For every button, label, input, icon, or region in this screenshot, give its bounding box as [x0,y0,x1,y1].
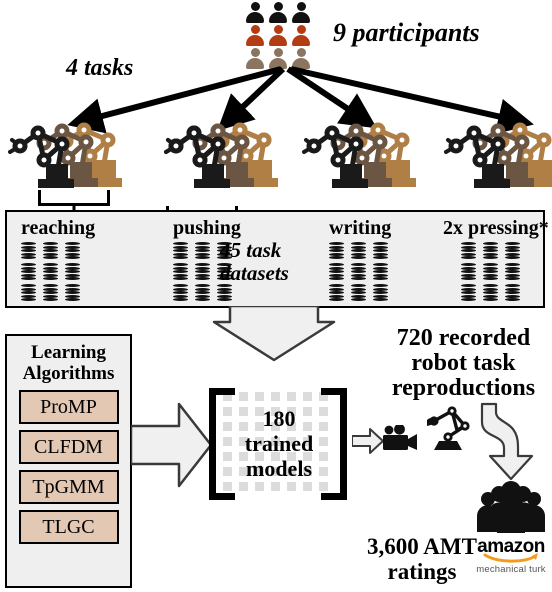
robot-arm-group-pushing [160,122,288,194]
task-bracket [38,190,110,206]
database-icon [505,284,520,302]
algorithms-to-models-arrow [131,402,213,488]
robot-arm-group-writing [302,122,416,188]
database-icon [173,263,188,281]
database-icon [21,263,36,281]
database-icon [195,242,210,260]
database-icon [173,284,188,302]
repro-line1: 720 recorded [396,325,531,351]
dataset-column-title: 2x pressing* [443,217,549,239]
database-icon [173,242,188,260]
database-icon [21,242,36,260]
trained-models-label: 180 trained models [231,406,327,481]
database-icon [461,263,476,281]
database-icon [65,284,80,302]
person-icon [291,25,311,46]
dataset-column-title: pushing [173,217,241,239]
person-icon [245,2,265,23]
crowd-icon [477,481,545,533]
dataset-icon-grid [329,242,395,305]
person-icon [245,25,265,46]
participants-group [243,2,313,71]
database-icon [43,263,58,281]
database-icon [43,242,58,260]
database-icon [351,284,366,302]
amazon-mechanical-turk-logo: amazon mechanical turk [472,536,550,575]
reproductions-label: 720 recorded robot task reproductions [375,326,552,401]
database-icon [195,263,210,281]
algo-title-line2: Algorithms [22,363,115,384]
person-icon [291,2,311,23]
database-icon [483,242,498,260]
mechanical-turk-subtext: mechanical turk [476,564,546,575]
database-icon [65,242,80,260]
database-icon [483,263,498,281]
dataset-icon-grid [21,242,95,305]
learning-algorithms-title: Learning Algorithms [7,342,130,384]
dataset-column-title: reaching [21,217,96,239]
ratings-line1: 3,600 AMT [367,534,477,559]
database-icon [351,263,366,281]
person-icon [268,25,288,46]
algorithm-tpgmm[interactable]: TpGMM [18,470,119,504]
database-icon [505,242,520,260]
dataset-column-title: writing [329,217,392,239]
models-count: 180 [262,406,296,431]
algorithm-tlgc[interactable]: TLGC [18,510,119,544]
participant-row [243,48,313,69]
database-icon [483,284,498,302]
recording-to-crowd-arrow [480,402,534,481]
learning-algorithms-panel: Learning Algorithms ProMP CLFDM TpGMM TL… [5,334,132,588]
database-icon [373,263,388,281]
models-to-recording-arrow [352,428,384,454]
robot-arm-group-pressing [444,122,552,188]
database-icon [505,263,520,281]
participant-row [243,2,313,23]
database-icon [329,242,344,260]
algorithm-clfdm[interactable]: CLFDM [18,430,119,464]
dataset-icon-grid [461,242,549,305]
database-icon [329,263,344,281]
database-icon [195,284,210,302]
models-line2: trained [244,431,314,456]
person-icon [245,48,265,69]
dataset-column-reaching: reaching [21,218,95,305]
ratings-line2: ratings [387,559,457,584]
reproduction-robot-icon [427,406,470,450]
database-icon [373,242,388,260]
participants-label: 9 participants [333,18,480,47]
algo-title-line1: Learning [31,342,106,363]
dataset-column-pressing: 2x pressing* [443,218,549,305]
tasks-label: 4 tasks [66,55,134,81]
robot-arm-group-reaching [8,122,122,188]
dataset-column-writing: writing [329,218,395,305]
database-icon [329,284,344,302]
database-icon [21,284,36,302]
participant-row [243,25,313,46]
person-icon [291,48,311,69]
datasets-to-models-arrow [212,306,336,362]
person-icon [268,48,288,69]
database-icon [65,263,80,281]
database-icon [373,284,388,302]
database-icon [351,242,366,260]
ratings-label: 3,600 AMT ratings [366,534,478,584]
algorithm-promp[interactable]: ProMP [18,390,119,424]
repro-line3: reproductions [391,375,536,401]
trained-models-matrix: 180 trained models [209,388,347,500]
amazon-wordmark: amazon [477,536,545,557]
database-icon [461,242,476,260]
video-camera-icon [383,425,417,450]
person-icon [268,2,288,23]
database-icon [461,284,476,302]
repro-line2: robot task [411,350,516,376]
datasets-caption: 45 task datasets [220,238,289,285]
models-line3: models [246,456,312,481]
database-icon [43,284,58,302]
database-icon [217,284,232,302]
